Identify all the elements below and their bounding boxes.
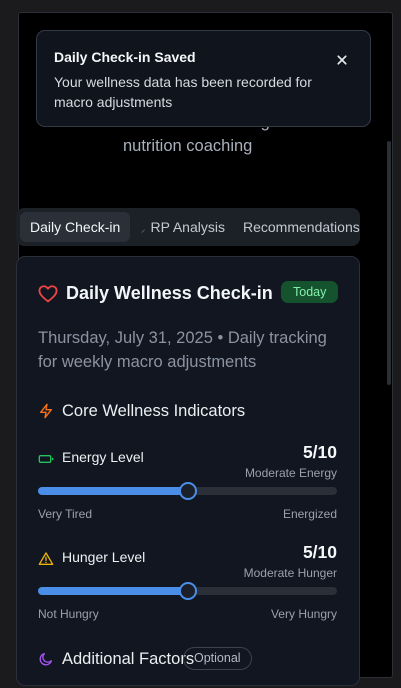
moon-icon	[39, 653, 52, 666]
card-subtitle: Thursday, July 31, 2025 • Daily tracking…	[38, 329, 327, 371]
slider-fill	[38, 587, 188, 595]
card-title: Daily Wellness Check-in	[66, 283, 273, 303]
battery-icon	[38, 455, 54, 463]
metric-value: 5/10	[302, 442, 337, 462]
metric-description: Moderate Energy	[244, 466, 337, 480]
hunger-slider[interactable]	[38, 582, 337, 600]
slider-min-label: Very Tired	[38, 507, 93, 521]
additional-factors-header: Additional Factors Optional	[38, 647, 338, 670]
toast-message: Your wellness data has been recorded for…	[54, 74, 312, 110]
zap-icon	[40, 403, 52, 419]
energy-slider[interactable]	[38, 482, 337, 500]
optional-badge: Optional	[183, 647, 252, 670]
tab-label: RP Analysis	[150, 219, 225, 235]
slider-fill	[38, 487, 188, 495]
metric-description: Moderate Hunger	[243, 566, 337, 580]
tab-recommendations[interactable]: Recommendations	[243, 212, 360, 242]
tab-rp-analysis[interactable]: ⸝ RP Analysis	[141, 212, 225, 242]
slider-thumb[interactable]	[178, 482, 197, 500]
status-badge: Today	[281, 281, 339, 303]
metric-label: Energy Level	[62, 449, 144, 465]
scrollbar[interactable]	[384, 13, 392, 677]
slider-max-label: Energized	[282, 507, 337, 521]
scrollbar-thumb[interactable]	[387, 141, 391, 385]
metric-value: 5/10	[302, 542, 337, 562]
chart-icon: ⸝	[141, 224, 146, 234]
toast-title: Daily Check-in Saved	[54, 49, 196, 65]
wellness-card: Daily Wellness Check-in Today Thursday, …	[16, 256, 360, 686]
toast-notification: Daily Check-in Saved Your wellness data …	[36, 30, 371, 127]
warning-icon	[38, 552, 54, 565]
heart-icon	[38, 285, 58, 303]
slider-max-label: Very Hungry	[270, 607, 337, 621]
energy-level-metric: Energy Level 5/10 Moderate Energy Very T…	[38, 442, 337, 532]
core-wellness-header: Core Wellness Indicators	[38, 400, 338, 422]
tab-label: Daily Check-in	[30, 219, 121, 235]
hunger-level-metric: Hunger Level 5/10 Moderate Hunger Not Hu…	[38, 542, 337, 632]
slider-thumb[interactable]	[178, 582, 197, 600]
section-title: Core Wellness Indicators	[62, 402, 246, 420]
close-icon[interactable]	[333, 51, 351, 69]
tab-bar: Daily Check-in ⸝ RP Analysis Recommendati…	[16, 208, 360, 246]
tab-daily-check-in[interactable]: Daily Check-in	[20, 212, 131, 242]
tab-label: Recommendations	[243, 219, 360, 235]
slider-min-label: Not Hungry	[38, 607, 99, 621]
section-title: Additional Factors	[62, 650, 195, 668]
metric-label: Hunger Level	[62, 549, 146, 565]
